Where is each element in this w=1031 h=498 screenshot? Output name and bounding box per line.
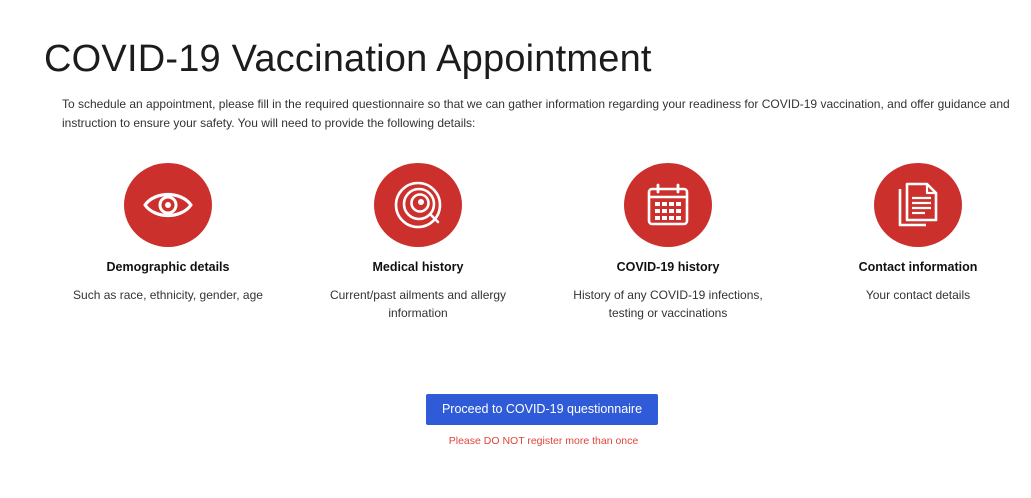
card-description: History of any COVID-19 infections, test…: [573, 288, 763, 320]
card-description: Such as race, ethnicity, gender, age: [73, 288, 263, 302]
proceed-button[interactable]: Proceed to COVID-19 questionnaire: [426, 394, 658, 425]
card-description: Current/past ailments and allergy inform…: [329, 288, 507, 320]
details-list: Demographic details Such as race, ethnic…: [0, 163, 1031, 333]
card-covid-history: COVID-19 history History of any COVID-19…: [548, 163, 788, 322]
calendar-icon: [624, 163, 712, 247]
card-description: Your contact details: [865, 288, 971, 302]
duplicate-registration-warning: Please DO NOT register more than once: [448, 435, 639, 447]
page-title: COVID-19 Vaccination Appointment: [44, 38, 652, 80]
eye-icon: [124, 163, 212, 247]
intro-text: To schedule an appointment, please fill …: [62, 97, 1010, 130]
card-title: Contact information: [858, 260, 978, 274]
card-title: Demographic details: [106, 260, 230, 274]
card-title: COVID-19 history: [616, 260, 720, 274]
card-title: Medical history: [372, 260, 464, 274]
card-contact-information: Contact information Your contact details: [798, 163, 1031, 304]
spiral-icon: [374, 163, 462, 247]
card-medical-history: Medical history Current/past ailments an…: [298, 163, 538, 322]
appointment-page: COVID-19 Vaccination Appointment To sche…: [0, 0, 1031, 498]
document-icon: [874, 163, 962, 247]
card-demographic-details: Demographic details Such as race, ethnic…: [48, 163, 288, 304]
